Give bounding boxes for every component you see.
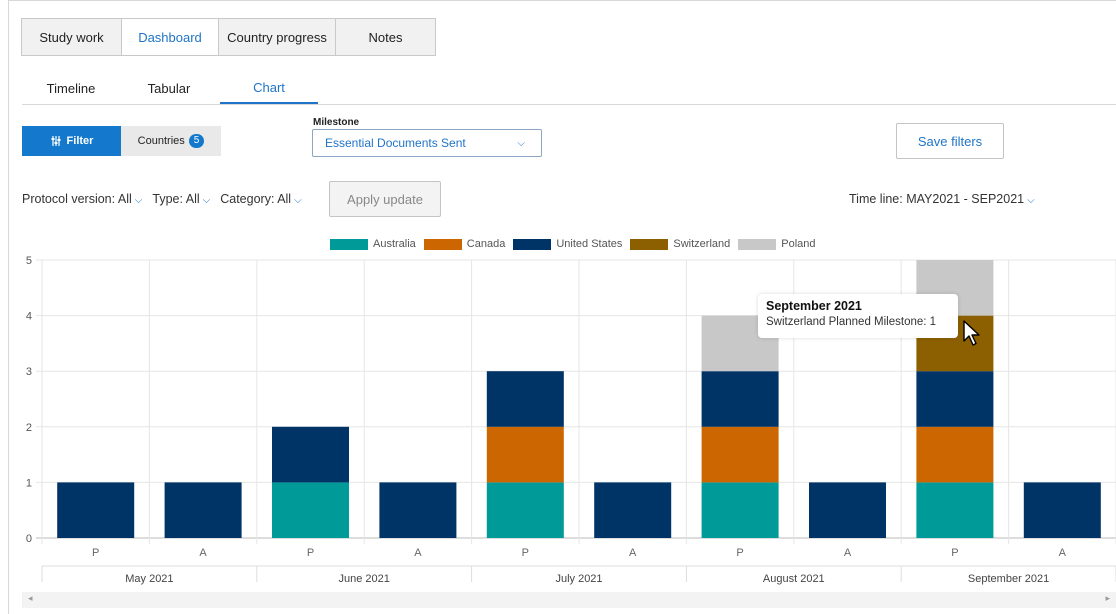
view-tab-bar: Timeline Tabular Chart (22, 72, 1116, 105)
x-sub-label: P (951, 547, 958, 559)
legend-label: Poland (781, 238, 816, 250)
y-tick-label: 5 (26, 255, 32, 267)
tab-study-work[interactable]: Study work (21, 18, 122, 56)
legend-label: Switzerland (673, 238, 731, 250)
bar-segment-australia (701, 482, 779, 538)
mouse-pointer-icon (963, 320, 980, 346)
legend-item-canada[interactable]: Canada (423, 238, 506, 250)
chevron-down-icon: ⌵ (202, 195, 211, 206)
x-group-label: August 2021 (763, 573, 825, 585)
protocol-version-dropdown[interactable]: Protocol version: All ⌵ (22, 192, 142, 206)
x-sub-label: P (92, 547, 99, 559)
top-tab-bar: Study work Dashboard Country progress No… (21, 18, 436, 56)
type-dropdown[interactable]: Type: All ⌵ (152, 192, 210, 206)
x-sub-label: A (199, 547, 207, 559)
y-tick-label: 1 (26, 477, 32, 489)
bar-segment-united-states (594, 482, 672, 538)
bar-segment-canada (486, 426, 564, 483)
category-label: Category: All (220, 192, 292, 206)
tab-country-progress[interactable]: Country progress (218, 18, 336, 56)
milestone-value: Essential Documents Sent (325, 136, 466, 150)
legend-label: Australia (373, 238, 416, 250)
countries-count-badge: 5 (188, 134, 205, 148)
timeline-dropdown[interactable]: Time line: MAY2021 - SEP2021 ⌵ (849, 192, 1035, 206)
legend-item-australia[interactable]: Australia (330, 238, 416, 250)
legend-item-poland[interactable]: Poland (738, 238, 816, 250)
x-group-label: July 2021 (555, 573, 602, 585)
x-sub-label: P (736, 547, 743, 559)
tab-tabular[interactable]: Tabular (120, 72, 218, 104)
bar-segment-united-states (486, 371, 564, 427)
legend-label: United States (556, 238, 623, 250)
x-sub-label: P (522, 547, 529, 559)
bar-segment-united-states (1023, 482, 1101, 538)
y-tick-label: 3 (26, 366, 32, 378)
category-dropdown[interactable]: Category: All ⌵ (220, 192, 301, 206)
tab-dashboard[interactable]: Dashboard (121, 18, 219, 56)
countries-button[interactable]: Countries 5 (121, 126, 221, 156)
tab-chart[interactable]: Chart (220, 72, 318, 104)
legend-swatch (630, 238, 669, 250)
bar-segment-united-states (164, 482, 242, 538)
tab-notes[interactable]: Notes (335, 18, 436, 56)
save-filters-button[interactable]: Save filters (896, 123, 1004, 159)
apply-update-button[interactable]: Apply update (329, 181, 441, 217)
type-label: Type: All (152, 192, 200, 206)
chevron-down-icon: ⌵ (294, 195, 302, 206)
y-tick-label: 2 (26, 422, 32, 434)
legend-swatch (513, 238, 552, 250)
legend-item-switzerland[interactable]: Switzerland (630, 238, 730, 250)
x-sub-label: P (307, 547, 314, 559)
timeline-label: Time line: (849, 192, 903, 206)
protocol-version-label: Protocol version: All (22, 192, 132, 206)
timeline-value: MAY2021 - SEP2021 (906, 192, 1025, 206)
frame-top-border (8, 0, 1116, 1)
legend-swatch (330, 238, 368, 250)
chart-tooltip: September 2021 Switzerland Planned Miles… (758, 294, 958, 338)
x-group-label: September 2021 (968, 573, 1049, 585)
x-group-label: May 2021 (125, 573, 173, 585)
x-sub-label: A (414, 547, 422, 559)
bar-segment-united-states (379, 482, 457, 538)
tab-timeline[interactable]: Timeline (22, 72, 120, 104)
bar-segment-australia (486, 482, 564, 538)
scroll-left-icon[interactable]: ◂ (28, 593, 33, 604)
scroll-right-icon[interactable]: ▸ (1105, 593, 1110, 604)
x-sub-label: A (1059, 547, 1067, 559)
tooltip-body: Switzerland Planned Milestone: 1 (766, 316, 937, 328)
bar-segment-australia (272, 482, 349, 538)
bar-segment-australia (916, 482, 994, 538)
legend-item-united-states[interactable]: United States (513, 238, 622, 250)
legend-swatch (423, 238, 462, 250)
bar-segment-united-states (916, 371, 994, 427)
y-tick-label: 4 (26, 311, 32, 323)
chevron-down-icon: ⌵ (134, 195, 143, 206)
bar-segment-canada (916, 426, 994, 483)
x-sub-label: A (629, 547, 637, 559)
y-tick-label: 0 (26, 533, 32, 545)
bar-segment-united-states (809, 482, 886, 538)
legend-swatch (738, 238, 777, 250)
chevron-down-icon: ⌵ (517, 138, 525, 149)
sliders-icon (51, 136, 61, 146)
bar-segment-united-states (701, 371, 779, 427)
chevron-down-icon: ⌵ (1027, 195, 1035, 206)
legend-label: Canada (466, 238, 506, 250)
options-row: Protocol version: All ⌵ Type: All ⌵ Catego… (22, 192, 302, 206)
tooltip-title: September 2021 (766, 299, 862, 313)
filter-label: Filter (66, 135, 94, 147)
bar-segment-united-states (272, 426, 349, 483)
chart-legend: Australia Canada United States Switzerla… (330, 238, 824, 250)
horizontal-scrollbar[interactable]: ◂ ▸ (22, 592, 1116, 608)
x-sub-label: A (844, 547, 852, 559)
bar-segment-united-states (57, 482, 135, 538)
milestone-select[interactable]: Essential Documents Sent ⌵ (312, 129, 542, 157)
x-group-label: June 2021 (339, 573, 390, 585)
milestone-label: Milestone (313, 117, 360, 128)
filter-button[interactable]: Filter (22, 126, 121, 156)
bar-segment-canada (701, 426, 779, 483)
countries-label: Countries (137, 135, 185, 147)
